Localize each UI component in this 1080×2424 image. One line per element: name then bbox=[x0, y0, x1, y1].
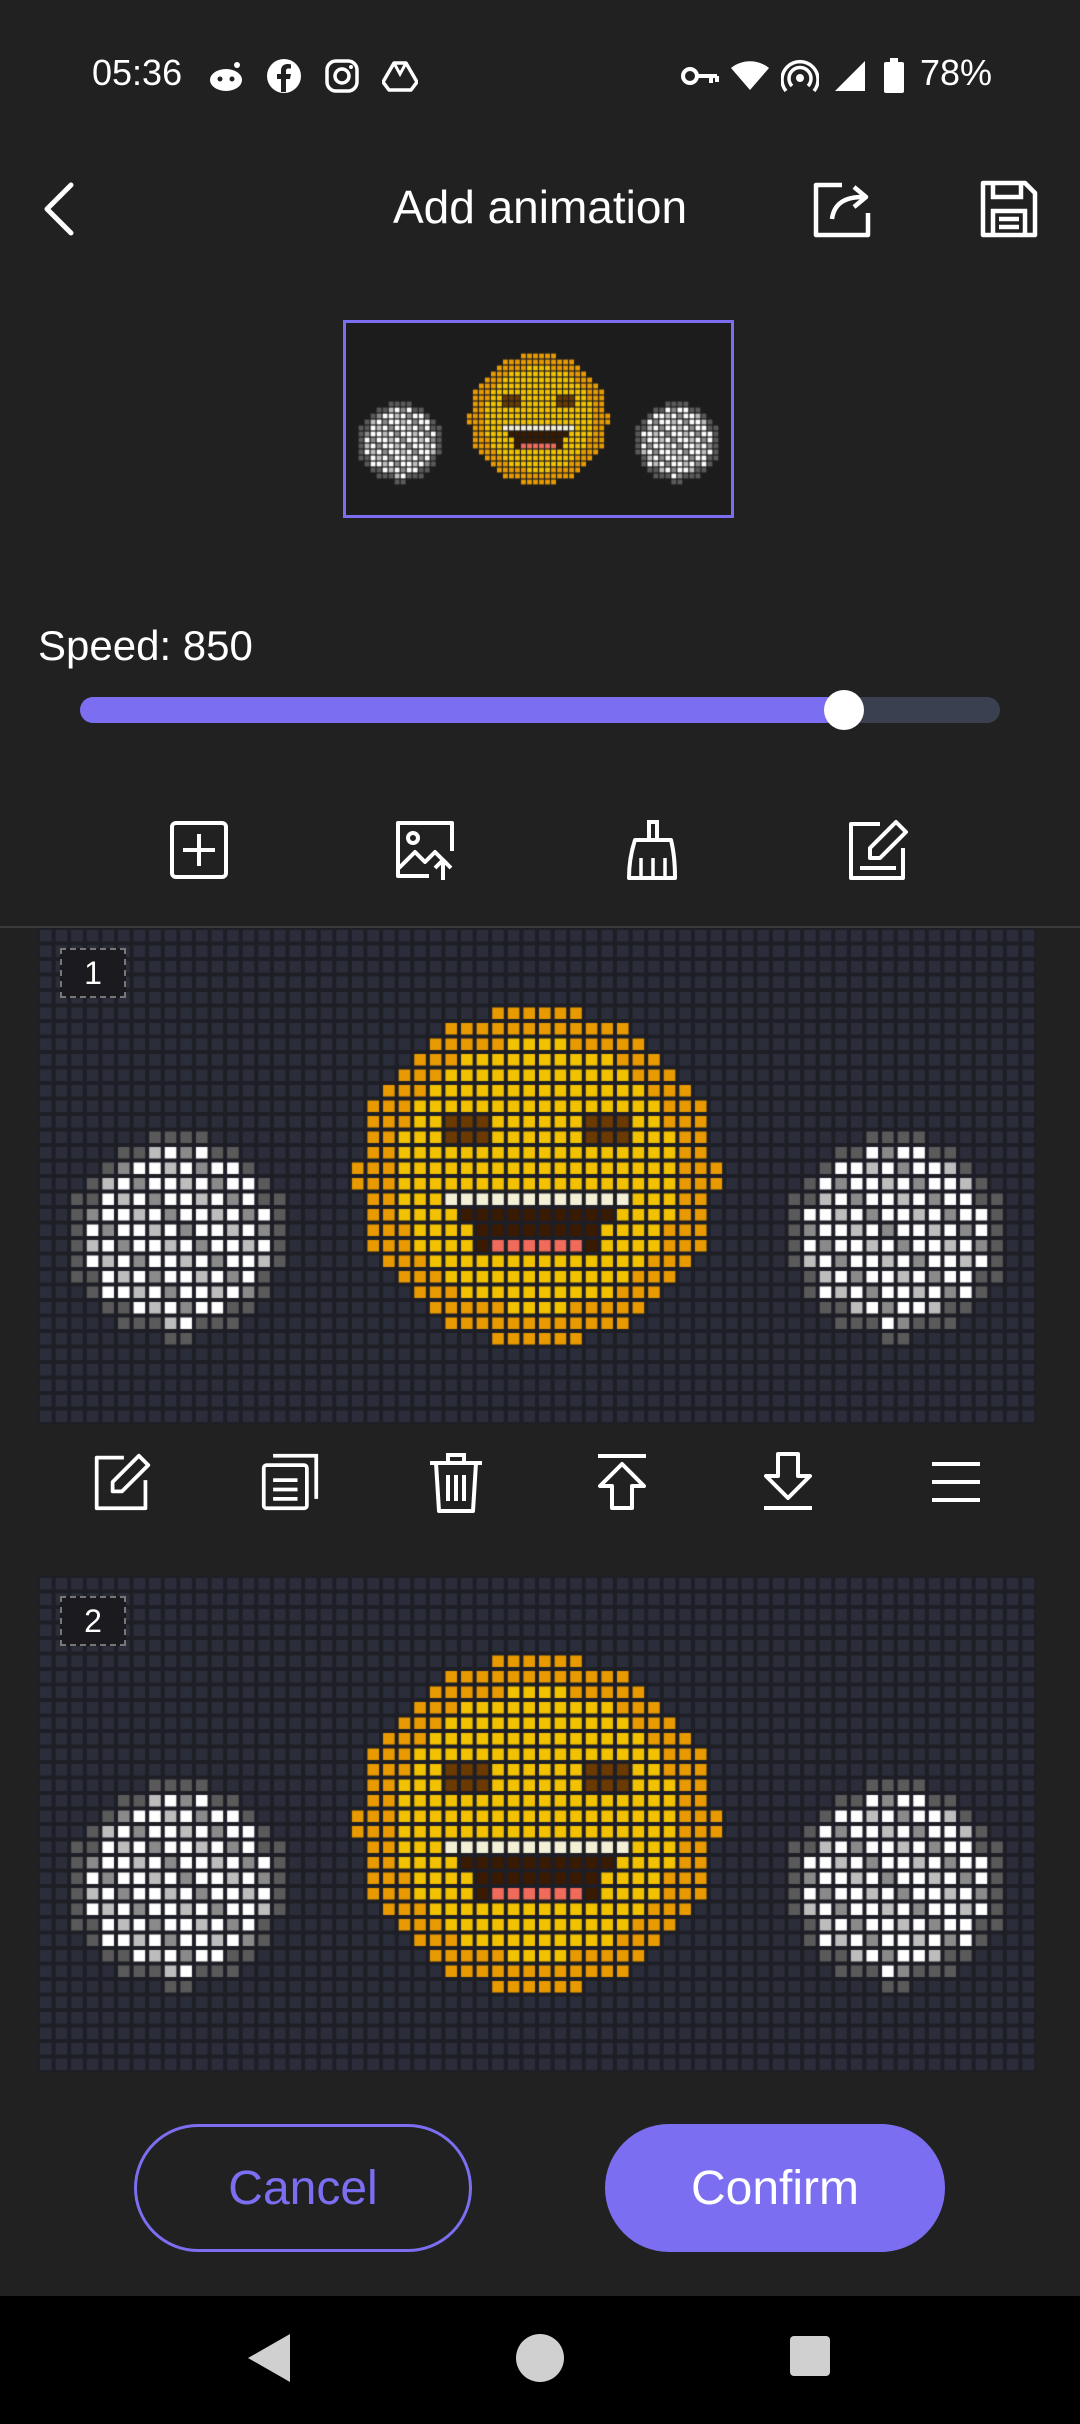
frame-number-badge: 2 bbox=[60, 1596, 126, 1646]
status-time: 05:36 bbox=[92, 52, 183, 93]
battery-level: 78% bbox=[920, 52, 993, 93]
edit-icon bbox=[94, 1453, 151, 1511]
key-icon bbox=[680, 56, 720, 96]
speed-slider[interactable] bbox=[80, 690, 1000, 730]
frame-card-1[interactable]: 1 bbox=[38, 928, 1036, 1424]
speed-label: Speed: 850 bbox=[38, 622, 253, 669]
frame-grid[interactable] bbox=[38, 1576, 1036, 2072]
save-icon bbox=[980, 180, 1038, 238]
battery-icon bbox=[874, 56, 914, 96]
delete-icon bbox=[430, 1453, 482, 1513]
facebook-icon bbox=[264, 56, 304, 96]
slider-thumb[interactable] bbox=[823, 690, 864, 730]
frame-move-up-button[interactable] bbox=[582, 1442, 662, 1522]
save-button[interactable] bbox=[964, 164, 1054, 254]
add-frame-button[interactable] bbox=[159, 810, 239, 890]
reddit-icon bbox=[206, 56, 246, 96]
frame-delete-button[interactable] bbox=[416, 1442, 496, 1522]
clear-broom-icon bbox=[627, 820, 677, 880]
drive-icon bbox=[380, 56, 420, 96]
frame-card-2[interactable]: 2 bbox=[38, 1576, 1036, 2072]
confirm-button[interactable]: Confirm bbox=[605, 2124, 945, 2252]
menu-icon bbox=[932, 1462, 980, 1502]
page-title: Add animation bbox=[392, 181, 688, 233]
add-frame-icon bbox=[170, 821, 228, 879]
frame-edit-button[interactable] bbox=[82, 1442, 162, 1522]
import-image-icon bbox=[396, 821, 454, 880]
signal-icon bbox=[830, 56, 870, 96]
edit-icon bbox=[849, 820, 908, 880]
frame-grid[interactable] bbox=[38, 928, 1036, 1424]
frame-number-badge: 1 bbox=[60, 948, 126, 998]
cancel-button[interactable]: Cancel bbox=[134, 2124, 472, 2252]
edit-all-button[interactable] bbox=[838, 810, 918, 890]
nav-recents-icon[interactable] bbox=[788, 2334, 832, 2378]
instagram-icon bbox=[322, 56, 362, 96]
import-image-button[interactable] bbox=[385, 810, 465, 890]
share-button[interactable] bbox=[797, 164, 887, 254]
duplicate-icon bbox=[261, 1453, 319, 1511]
slider-fill bbox=[80, 697, 844, 723]
nav-home-icon[interactable] bbox=[514, 2332, 566, 2384]
hotspot-icon bbox=[780, 56, 820, 96]
nav-back-icon[interactable] bbox=[244, 2332, 292, 2384]
wifi-icon bbox=[730, 56, 770, 96]
move-up-icon bbox=[598, 1454, 646, 1510]
frame-duplicate-button[interactable] bbox=[250, 1442, 330, 1522]
animation-preview[interactable] bbox=[343, 320, 734, 518]
status-bar: 05:36 78% bbox=[0, 0, 1080, 150]
preview-canvas bbox=[346, 323, 731, 515]
frame-menu-button[interactable] bbox=[916, 1442, 996, 1522]
navigation-bar bbox=[0, 2296, 1080, 2424]
frame-move-down-button[interactable] bbox=[748, 1442, 828, 1522]
move-down-icon bbox=[764, 1452, 812, 1510]
clear-button[interactable] bbox=[611, 810, 691, 890]
share-icon bbox=[813, 182, 871, 238]
